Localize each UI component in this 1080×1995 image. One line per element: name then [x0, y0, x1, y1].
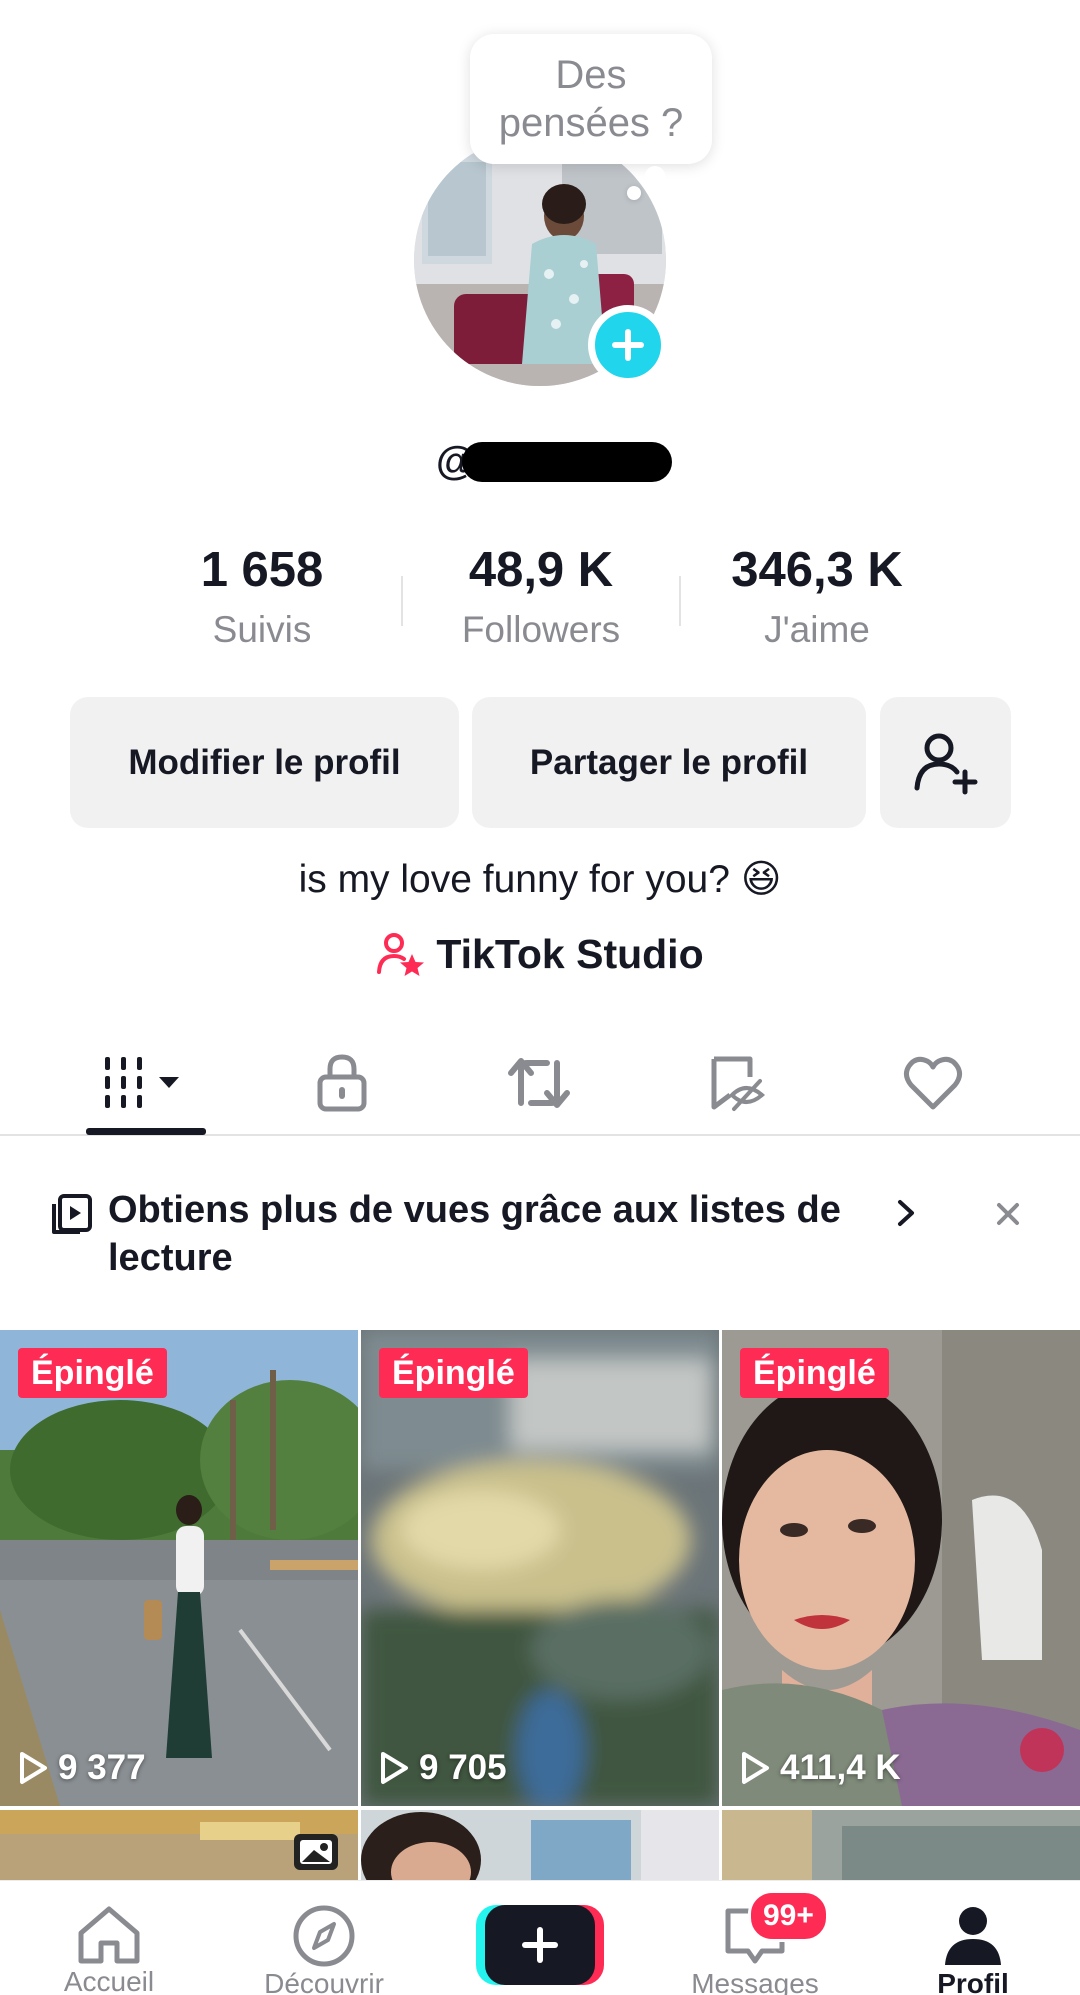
creator-star-icon	[377, 933, 425, 976]
messages-badge: 99+	[748, 1890, 829, 1942]
stat-likes[interactable]: 346,3 K J'aime	[687, 540, 947, 658]
profile-bio: is my love funny for you? 😆	[298, 858, 782, 901]
stat-divider	[401, 576, 403, 626]
add-friends-button[interactable]	[880, 697, 1011, 828]
view-count: 411,4 K	[740, 1748, 901, 1788]
view-count-value: 9 377	[58, 1748, 146, 1787]
profile-icon	[945, 1907, 1001, 1965]
playlist-icon	[52, 1194, 92, 1234]
video-thumbnail	[361, 1810, 719, 1882]
video-tile[interactable]	[722, 1810, 1080, 1882]
pinned-badge: Épinglé	[379, 1348, 528, 1398]
video-thumbnail	[0, 1810, 358, 1882]
edit-profile-label: Modifier le profil	[128, 742, 401, 782]
video-tile[interactable]	[0, 1810, 358, 1882]
profile-stats: 1 658 Suivis 48,9 K Followers 346,3 K J'…	[0, 540, 1080, 670]
lock-icon	[317, 1054, 367, 1112]
video-tile[interactable]: Épinglé 411,4 K	[722, 1330, 1080, 1806]
pinned-badge: Épinglé	[18, 1348, 167, 1398]
video-thumbnail	[722, 1810, 1080, 1882]
tab-videos[interactable]	[86, 1030, 206, 1136]
stat-likes-label: J'aime	[764, 609, 870, 650]
stat-followers-value: 48,9 K	[468, 543, 614, 597]
thought-bubble[interactable]: Des pensées ?	[470, 34, 712, 164]
create-button[interactable]	[476, 1903, 604, 1987]
stat-likes-value: 346,3 K	[731, 543, 903, 597]
share-profile-button[interactable]: Partager le profil	[472, 697, 866, 828]
stat-following-label: Suivis	[212, 609, 312, 650]
stat-following[interactable]: 1 658 Suivis	[132, 540, 392, 658]
create-plus-icon	[476, 1905, 604, 1985]
video-thumbnail	[361, 1330, 719, 1806]
pinned-badge: Épinglé	[740, 1348, 889, 1398]
content-tabs	[0, 1030, 1080, 1136]
stat-following-value: 1 658	[200, 543, 324, 597]
view-count: 9 377	[18, 1748, 146, 1788]
thought-bubble-text: Des pensées ?	[498, 53, 684, 145]
nav-discover[interactable]: Découvrir	[239, 1881, 409, 1995]
tab-saved[interactable]	[676, 1030, 796, 1136]
nav-messages-label: Messages	[691, 1968, 819, 1995]
compass-icon	[293, 1905, 355, 1967]
stat-followers[interactable]: 48,9 K Followers	[411, 540, 671, 658]
share-profile-label: Partager le profil	[529, 742, 809, 782]
edit-profile-button[interactable]: Modifier le profil	[70, 697, 459, 828]
video-tile[interactable]	[361, 1810, 719, 1882]
bottom-nav: Accueil Découvrir Messages 99+ Profil	[0, 1880, 1080, 1995]
play-icon	[742, 1752, 769, 1784]
video-thumbnail	[722, 1330, 1080, 1806]
username: @	[436, 438, 672, 484]
bubble-tail-dot	[627, 186, 641, 200]
tiktok-studio-label: TikTok Studio	[436, 930, 704, 977]
close-icon[interactable]	[994, 1200, 1022, 1228]
playlist-banner[interactable]: Obtiens plus de vues grâce aux listes de…	[0, 1186, 1080, 1290]
plus-icon	[612, 329, 644, 361]
nav-profile[interactable]: Profil	[888, 1881, 1058, 1995]
tiktok-studio-link[interactable]: TikTok Studio	[0, 930, 1080, 978]
nav-discover-label: Découvrir	[264, 1968, 384, 1995]
add-person-icon	[914, 733, 977, 794]
playlist-banner-text: Obtiens plus de vues grâce aux listes de…	[108, 1189, 841, 1279]
tab-private[interactable]	[282, 1030, 402, 1136]
nav-profile-label: Profil	[937, 1968, 1009, 1995]
stat-followers-label: Followers	[461, 609, 621, 650]
grid-dropdown-icon	[105, 1057, 179, 1108]
nav-home-label: Accueil	[63, 1966, 155, 1995]
bookmark-hidden-icon	[711, 1056, 766, 1111]
tab-reposts[interactable]	[479, 1030, 599, 1136]
nav-home[interactable]: Accueil	[24, 1881, 194, 1995]
repost-icon	[508, 1058, 570, 1108]
stat-divider	[679, 576, 681, 626]
tab-liked[interactable]	[873, 1030, 993, 1136]
play-icon	[381, 1752, 408, 1784]
active-tab-indicator	[86, 1128, 206, 1135]
video-tile[interactable]: Épinglé 9 377	[0, 1330, 358, 1806]
video-thumbnail	[0, 1330, 358, 1806]
view-count-value: 411,4 K	[780, 1748, 901, 1787]
video-tile[interactable]: Épinglé 9 705	[361, 1330, 719, 1806]
view-count: 9 705	[379, 1748, 507, 1788]
username-redaction	[462, 442, 672, 482]
home-icon	[78, 1906, 140, 1964]
view-count-value: 9 705	[419, 1748, 507, 1787]
bubble-tail	[645, 166, 665, 186]
play-icon	[20, 1752, 47, 1784]
chevron-right-icon[interactable]	[892, 1198, 920, 1228]
add-story-button[interactable]	[588, 305, 668, 385]
heart-icon	[903, 1056, 963, 1110]
